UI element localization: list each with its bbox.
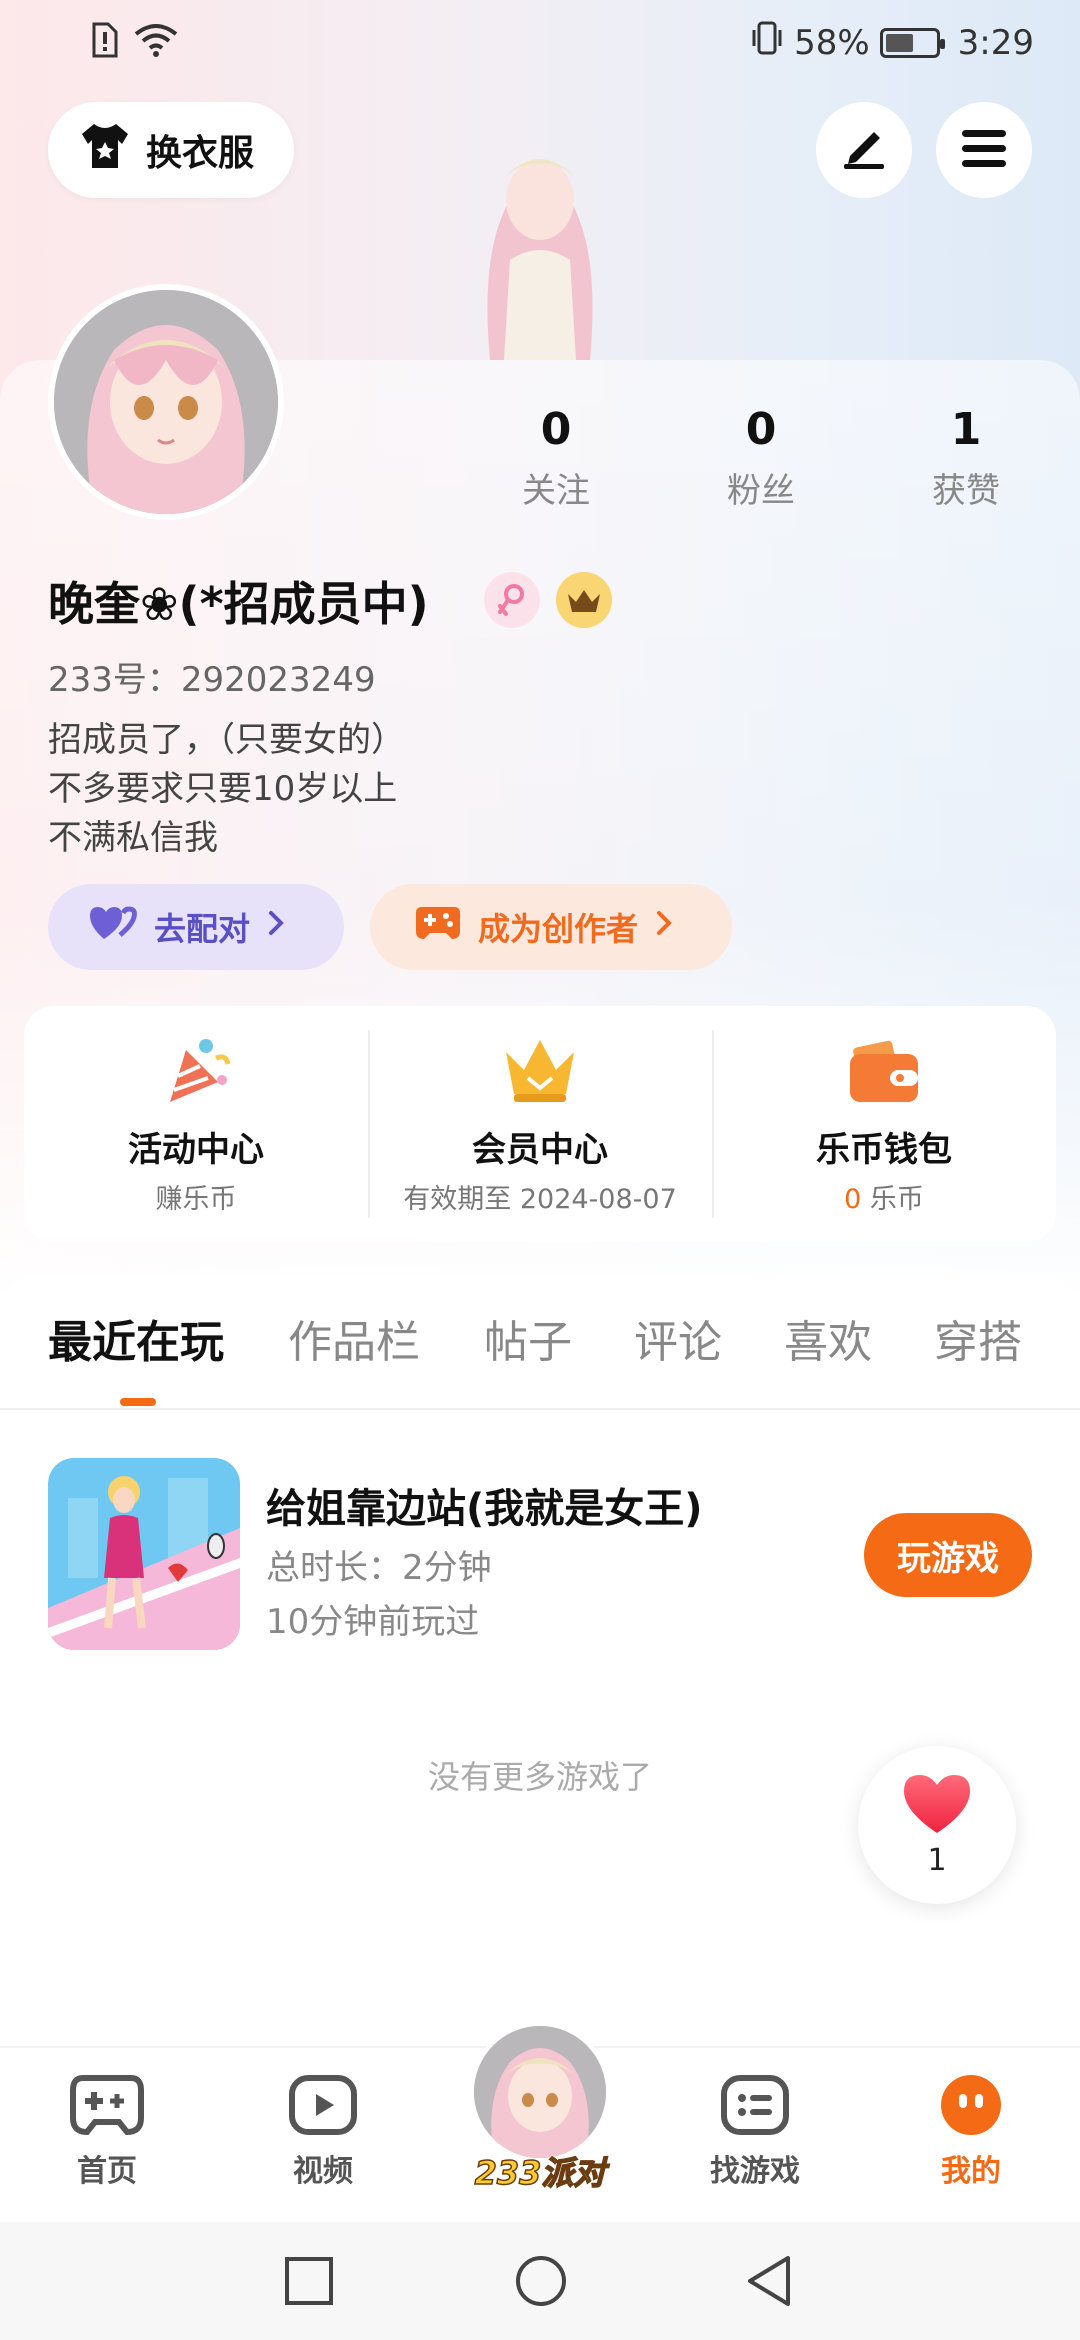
nav-home-label: 首页 <box>77 2154 137 2189</box>
system-nav-bar <box>0 2222 1080 2340</box>
nav-mine[interactable]: 我的 <box>906 2074 1036 2190</box>
female-icon <box>498 584 524 616</box>
status-bar: 58% 3:29 <box>0 0 1080 84</box>
nav-video[interactable]: 视频 <box>258 2074 388 2190</box>
avatar-image <box>54 290 278 514</box>
stat-likes[interactable]: 1 获赞 <box>886 404 1046 512</box>
match-label: 去配对 <box>154 910 251 948</box>
tshirt-icon <box>78 122 132 179</box>
chevron-right-icon <box>654 908 674 946</box>
tab-recently-played[interactable]: 最近在玩 <box>48 1306 224 1370</box>
hearts-icon <box>88 903 138 951</box>
tab-outfits[interactable]: 穿搭 <box>934 1306 1022 1370</box>
stat-likes-label: 获赞 <box>932 471 1000 511</box>
wallet-sub: 0 乐币 <box>712 1177 1056 1216</box>
activity-center[interactable]: 活动中心 赚乐币 <box>24 1006 368 1242</box>
like-floating-button[interactable]: 1 <box>858 1746 1016 1904</box>
back-triangle-icon[interactable] <box>744 2254 794 2312</box>
bio: 招成员了，（只要女的） 不多要求只要10岁以上 不满私信我 <box>48 716 405 863</box>
heart-icon <box>902 1773 972 1839</box>
crown-icon <box>568 590 600 612</box>
recent-apps-icon[interactable] <box>284 2256 334 2310</box>
edit-profile-button[interactable] <box>816 102 912 198</box>
profile-tabs: 最近在玩 作品栏 帖子 评论 喜欢 穿搭 <box>0 1306 1080 1406</box>
bio-line: 不多要求只要10岁以上 <box>48 769 398 809</box>
username: 晚奎❀(*招成员中) <box>48 577 429 631</box>
wifi-icon <box>134 22 178 62</box>
stat-fans-value: 0 <box>745 404 777 455</box>
tab-works[interactable]: 作品栏 <box>288 1306 420 1370</box>
activity-center-title: 活动中心 <box>128 1130 264 1170</box>
nav-find-games-label: 找游戏 <box>710 2154 800 2189</box>
menu-button[interactable] <box>936 102 1032 198</box>
party-popper-icon <box>156 1030 236 1110</box>
nav-party-label[interactable]: 233派对 <box>462 2148 618 2194</box>
nav-home[interactable]: 首页 <box>42 2074 172 2190</box>
stat-fans-label: 粉丝 <box>727 471 795 511</box>
tab-indicator <box>120 1398 156 1406</box>
chevron-right-icon <box>266 908 286 946</box>
member-center-sub: 有效期至 2024-08-07 <box>403 1184 677 1215</box>
stat-likes-value: 1 <box>950 404 982 455</box>
avatar-character-figure <box>440 140 640 360</box>
user-id: 233号：292023249 <box>48 660 376 700</box>
video-play-icon <box>288 2075 358 2140</box>
nav-video-label: 视频 <box>293 2154 353 2189</box>
member-center-title: 会员中心 <box>472 1130 608 1170</box>
hamburger-menu-icon <box>960 128 1008 172</box>
nav-mine-label: 我的 <box>941 2154 1001 2189</box>
tab-comments[interactable]: 评论 <box>634 1306 722 1370</box>
change-outfit-button[interactable]: 换衣服 <box>48 102 294 198</box>
gamepad-icon <box>69 2075 145 2140</box>
tab-likes[interactable]: 喜欢 <box>784 1306 872 1370</box>
pen-icon <box>840 126 888 174</box>
stat-fans[interactable]: 0 粉丝 <box>681 404 841 512</box>
tabs-divider <box>0 1408 1080 1410</box>
activity-center-sub: 赚乐币 <box>155 1184 237 1215</box>
change-outfit-label: 换衣服 <box>146 133 255 174</box>
game-duration: 总时长：2分钟 <box>266 1548 492 1588</box>
wallet-icon <box>844 1030 924 1110</box>
play-game-button[interactable]: 玩游戏 <box>864 1513 1032 1597</box>
avatar[interactable] <box>48 284 284 520</box>
vibrate-icon <box>750 20 784 65</box>
member-center[interactable]: 会员中心 有效期至 2024-08-07 <box>368 1006 712 1242</box>
become-creator-label: 成为创作者 <box>478 910 639 948</box>
stat-following[interactable]: 0 关注 <box>476 404 636 512</box>
battery-percent: 58% <box>794 22 870 63</box>
wallet-unit: 乐币 <box>869 1184 924 1215</box>
game-title[interactable]: 给姐靠边站(我就是女王) <box>266 1476 703 1534</box>
battery-icon <box>879 27 945 58</box>
gender-female-badge <box>484 572 540 628</box>
services-card: 活动中心 赚乐币 会员中心 有效期至 2024-08-07 乐币钱包 0 乐币 <box>24 1006 1056 1242</box>
wallet-balance: 0 <box>844 1184 862 1215</box>
clock: 3:29 <box>957 22 1034 63</box>
wallet[interactable]: 乐币钱包 0 乐币 <box>712 1006 1056 1242</box>
match-button[interactable]: 去配对 <box>48 884 344 970</box>
bio-line: 不满私信我 <box>48 818 218 858</box>
like-count: 1 <box>927 1842 947 1878</box>
status-left <box>90 22 178 62</box>
sim-alert-icon <box>90 22 120 62</box>
become-creator-button[interactable]: 成为创作者 <box>370 884 732 970</box>
list-icon <box>720 2075 790 2140</box>
battery-fill <box>885 33 914 52</box>
stat-following-value: 0 <box>540 404 572 455</box>
status-right: 58% 3:29 <box>750 20 1034 65</box>
nav-party-avatar[interactable] <box>470 2022 610 2162</box>
game-last-played: 10分钟前玩过 <box>266 1602 480 1642</box>
game-thumbnail[interactable] <box>48 1458 240 1650</box>
home-circle-icon[interactable] <box>514 2254 568 2312</box>
stat-following-label: 关注 <box>522 471 590 511</box>
wallet-title: 乐币钱包 <box>816 1130 952 1170</box>
vip-crown-icon <box>500 1030 580 1110</box>
nav-find-games[interactable]: 找游戏 <box>690 2074 820 2190</box>
gamepad-icon <box>414 903 462 951</box>
tab-posts[interactable]: 帖子 <box>484 1306 572 1370</box>
vip-crown-badge <box>556 572 612 628</box>
bio-line: 招成员了，（只要女的） <box>48 720 405 760</box>
profile-face-icon <box>937 2075 1005 2140</box>
